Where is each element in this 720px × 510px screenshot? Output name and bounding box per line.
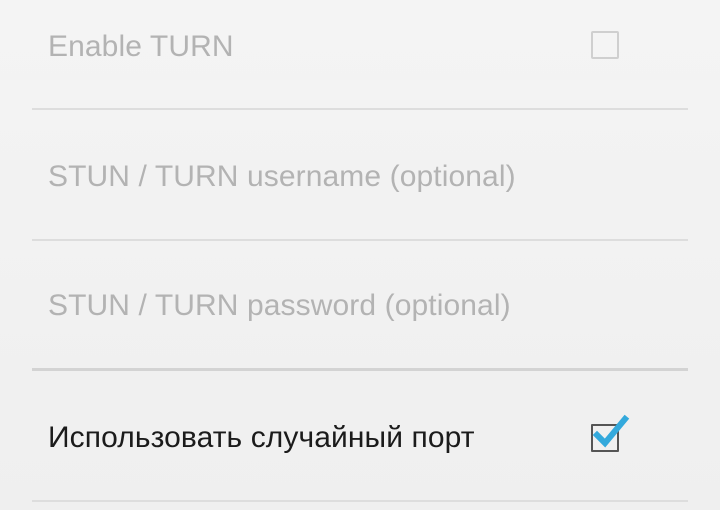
- enable-turn-checkbox[interactable]: [591, 31, 619, 59]
- checkmark-icon: [592, 414, 630, 448]
- stun-turn-password-label: STUN / TURN password (optional): [48, 289, 511, 322]
- use-random-port-checkbox[interactable]: [591, 414, 630, 452]
- settings-list: Enable TURN STUN / TURN username (option…: [32, 0, 688, 510]
- use-random-port-label: Использовать случайный порт: [48, 421, 475, 454]
- enable-turn-row[interactable]: Enable TURN: [32, 14, 688, 80]
- stun-turn-password-row[interactable]: STUN / TURN password (optional): [32, 273, 688, 339]
- use-random-port-row[interactable]: Использовать случайный порт: [32, 405, 688, 471]
- divider: [32, 108, 688, 110]
- divider: [32, 500, 688, 502]
- stun-turn-username-row[interactable]: STUN / TURN username (optional): [32, 144, 688, 210]
- enable-turn-label: Enable TURN: [48, 30, 234, 63]
- divider: [32, 368, 688, 371]
- stun-turn-username-label: STUN / TURN username (optional): [48, 160, 516, 193]
- divider: [32, 239, 688, 241]
